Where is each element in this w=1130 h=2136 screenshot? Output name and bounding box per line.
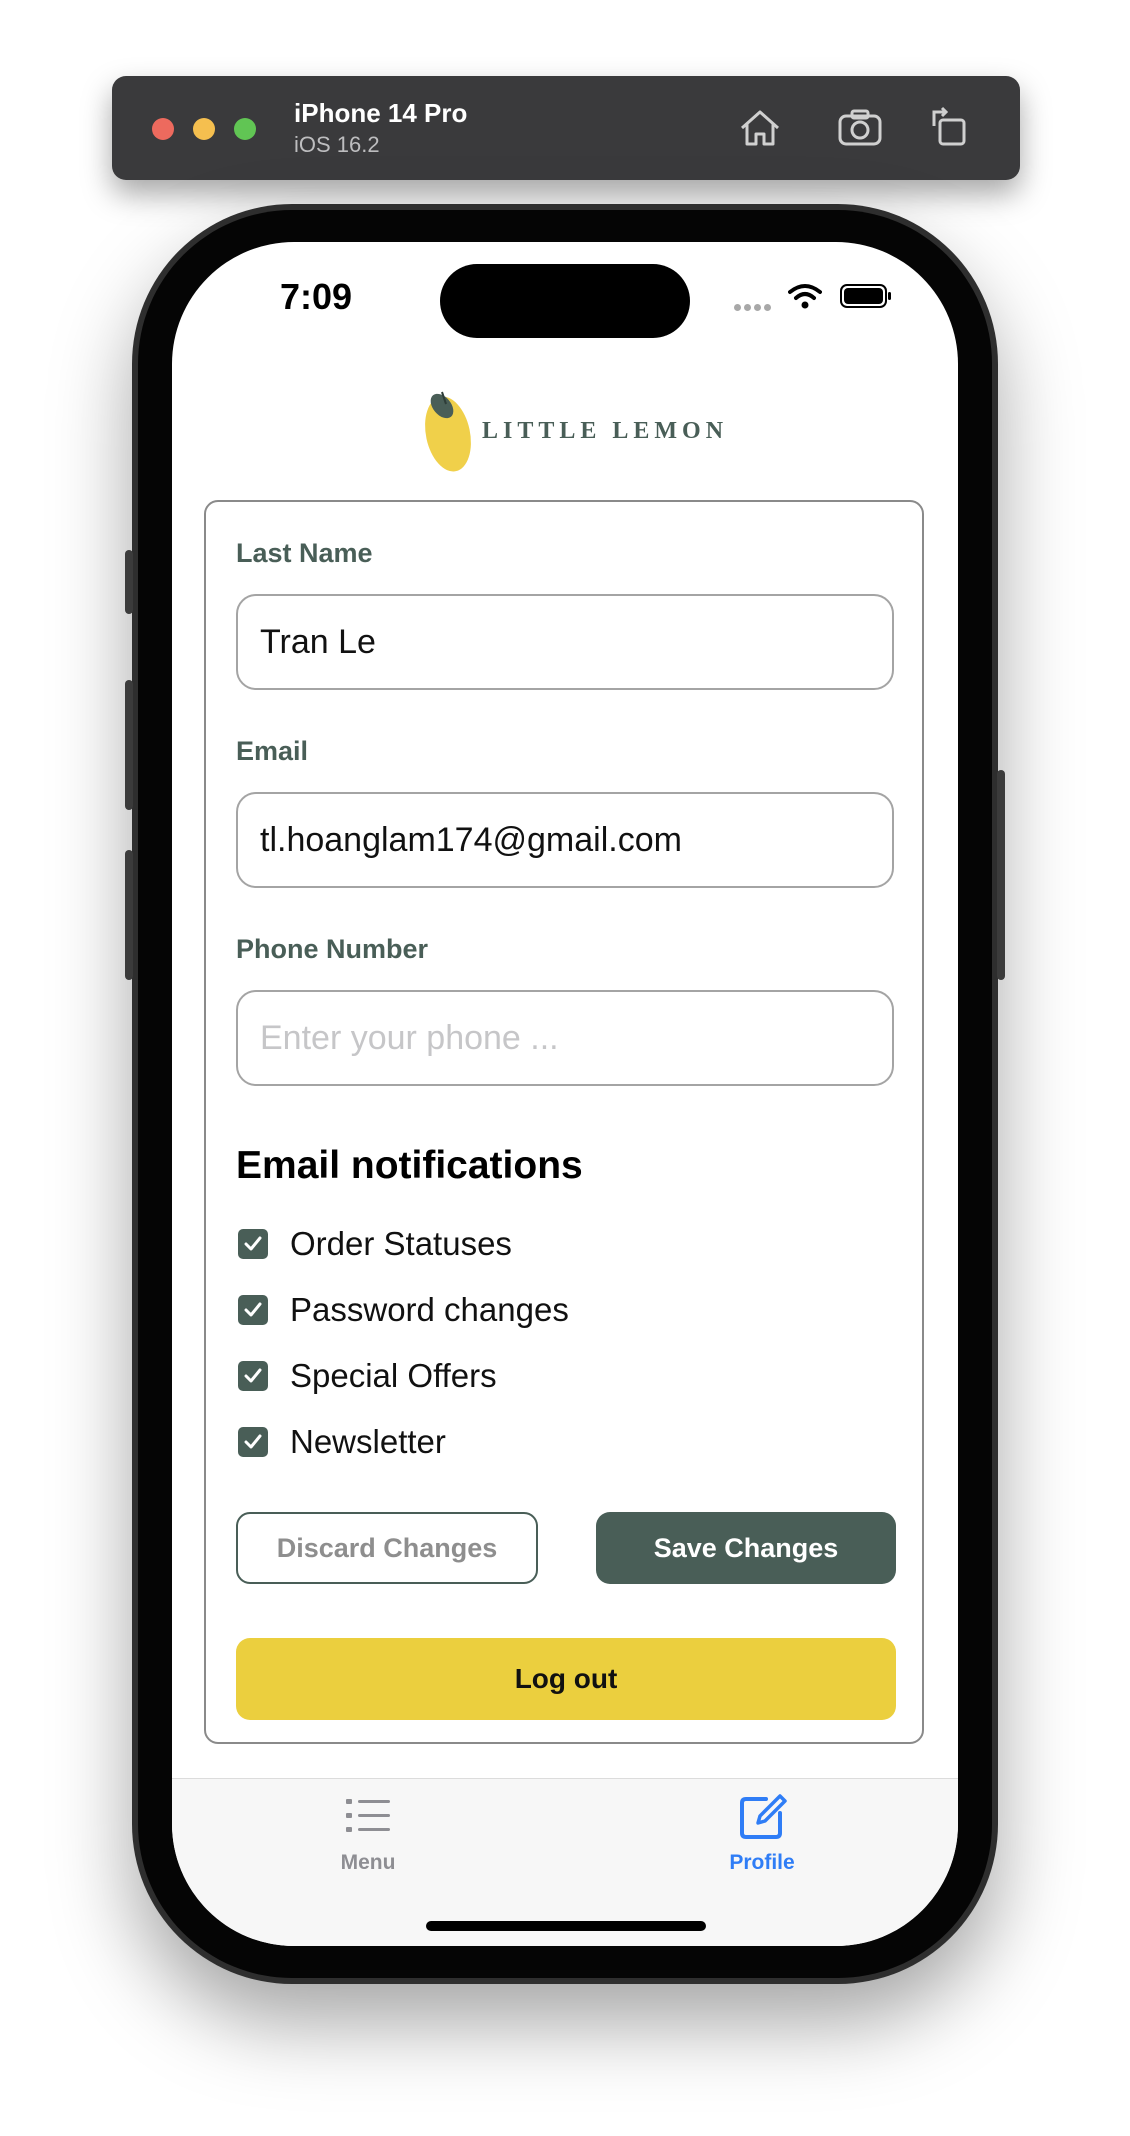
checkbox-label: Password changes (290, 1291, 569, 1328)
checkbox-checked-icon[interactable] (238, 1361, 268, 1391)
checkbox-checked-icon[interactable] (238, 1427, 268, 1457)
side-button-volume-down (125, 850, 133, 980)
simulator-os-version: iOS 16.2 (294, 132, 380, 157)
simulator-toolbar: iPhone 14 Pro iOS 16.2 (112, 76, 1020, 180)
status-time: 7:09 (280, 276, 353, 317)
save-changes-button[interactable]: Save Changes (596, 1512, 896, 1584)
battery-icon (840, 284, 891, 308)
app-screen: 7:09 LITTLE LEMON Last Name Email Phone … (172, 242, 958, 1946)
tab-profile-label: Profile (729, 1851, 795, 1874)
screenshot-icon[interactable] (834, 102, 886, 154)
checkbox-checked-icon[interactable] (238, 1229, 268, 1259)
side-button-mute (125, 550, 133, 614)
profile-card: Last Name Email Phone Number Email notif… (204, 500, 924, 1744)
rotate-icon[interactable] (924, 102, 976, 154)
tab-bar: Menu Profile (172, 1778, 958, 1946)
side-button-volume-up (125, 680, 133, 810)
simulator-device-name: iPhone 14 Pro (294, 98, 468, 128)
checkbox-special-offers[interactable]: Special Offers (238, 1356, 497, 1396)
checkbox-label: Special Offers (290, 1357, 497, 1394)
tab-menu-label: Menu (340, 1851, 396, 1874)
last-name-input[interactable] (236, 594, 894, 690)
cellular-signal-icon (734, 298, 778, 311)
checkbox-checked-icon[interactable] (238, 1295, 268, 1325)
checkbox-label: Order Statuses (290, 1225, 512, 1262)
side-button-power (997, 770, 1005, 980)
dynamic-island (440, 264, 690, 338)
minimize-window-button[interactable] (193, 118, 215, 140)
brand-name: LITTLE LEMON (482, 418, 729, 444)
email-label: Email (236, 736, 309, 766)
phone-input[interactable] (236, 990, 894, 1086)
phone-label: Phone Number (236, 934, 429, 964)
tab-profile[interactable]: Profile (662, 1791, 862, 1875)
home-indicator[interactable] (426, 1921, 706, 1931)
discard-changes-button[interactable]: Discard Changes (236, 1512, 538, 1584)
notifications-title: Email notifications (236, 1144, 583, 1187)
logout-button[interactable]: Log out (236, 1638, 896, 1720)
checkbox-order-statuses[interactable]: Order Statuses (238, 1224, 512, 1264)
close-window-button[interactable] (152, 118, 174, 140)
checkbox-label: Newsletter (290, 1423, 446, 1460)
last-name-label: Last Name (236, 538, 373, 568)
zoom-window-button[interactable] (234, 118, 256, 140)
tab-menu[interactable]: Menu (268, 1791, 468, 1875)
checkbox-newsletter[interactable]: Newsletter (238, 1422, 446, 1462)
email-input[interactable] (236, 792, 894, 888)
home-icon[interactable] (734, 102, 786, 154)
checkbox-password-changes[interactable]: Password changes (238, 1290, 569, 1330)
edit-icon (740, 1794, 787, 1839)
wifi-icon (788, 284, 822, 309)
list-icon (346, 1799, 390, 1832)
